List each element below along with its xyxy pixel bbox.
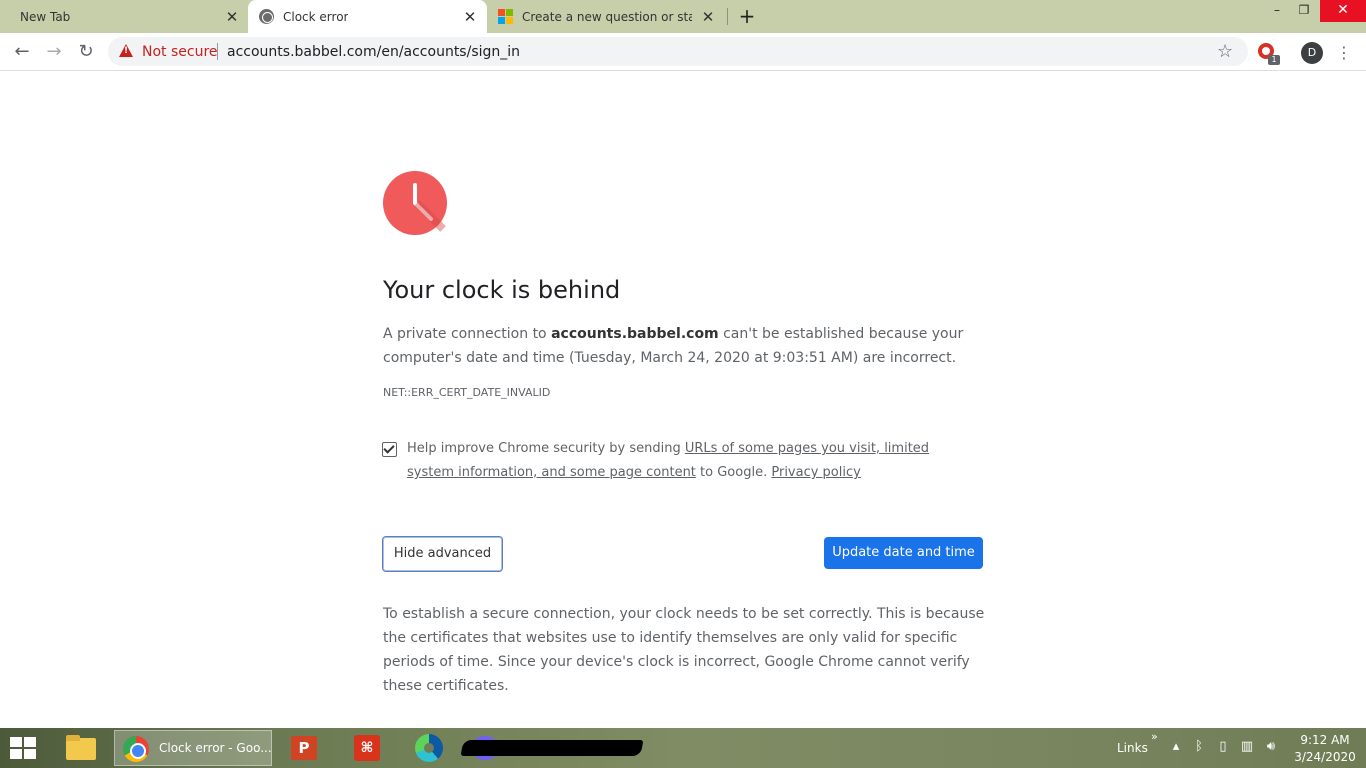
reload-button[interactable]: ↻ xyxy=(75,41,97,63)
tab-create-question[interactable]: Create a new question or start a d ✕ xyxy=(488,0,728,33)
explanation-text: To establish a secure connection, your c… xyxy=(383,606,985,694)
new-tab-button[interactable]: + xyxy=(737,6,757,26)
acrobat-icon[interactable]: ⌘ xyxy=(348,730,388,766)
close-icon[interactable]: ✕ xyxy=(224,9,240,25)
domain-name: accounts.babbel.com xyxy=(551,326,719,342)
file-explorer-icon[interactable] xyxy=(62,730,100,766)
extension-badge: 1 xyxy=(1268,55,1280,65)
url-text[interactable]: accounts.babbel.com/en/accounts/sign_in xyxy=(227,44,520,60)
back-button[interactable]: ← xyxy=(11,41,33,63)
viber-icon[interactable] xyxy=(460,730,644,766)
tab-clock-error[interactable]: Clock error ✕ xyxy=(248,0,487,33)
powerpoint-icon[interactable]: P xyxy=(285,730,325,766)
network-icon[interactable]: ▥ xyxy=(1239,739,1255,754)
chevron-icon[interactable]: » xyxy=(1151,730,1158,743)
taskbar-item-label: Clock error - Goo... xyxy=(159,741,272,755)
microsoft-logo-icon xyxy=(498,9,514,25)
security-optin-checkbox[interactable] xyxy=(382,442,397,457)
close-icon[interactable]: ✕ xyxy=(700,9,716,25)
taskbar-date[interactable]: 3/24/2020 xyxy=(1292,750,1358,764)
close-icon[interactable]: ✕ xyxy=(462,9,478,25)
volume-icon[interactable]: 🔊︎ xyxy=(1263,739,1279,754)
taskbar-time[interactable]: 9:12 AM xyxy=(1292,733,1358,747)
close-window-button[interactable]: ✕ xyxy=(1320,0,1366,22)
redaction-mark xyxy=(460,740,644,756)
security-indicator[interactable]: Not secure xyxy=(142,44,218,60)
hide-advanced-button[interactable]: Hide advanced xyxy=(382,536,503,572)
address-bar[interactable]: Not secure accounts.babbel.com/en/accoun… xyxy=(108,37,1248,66)
windows-taskbar: Clock error - Goo... P ⌘ Links » ▴ ᛒ ▯ ▥… xyxy=(0,728,1366,768)
tab-title: Clock error xyxy=(283,9,349,24)
browser-menu-icon[interactable]: ⋮ xyxy=(1336,42,1352,64)
tab-new-tab[interactable]: New Tab ✕ xyxy=(8,0,248,33)
browser-toolbar: ← → ↻ Not secure accounts.babbel.com/en/… xyxy=(0,33,1366,71)
battery-icon[interactable]: ▯ xyxy=(1215,739,1231,754)
page-title: Your clock is behind xyxy=(383,276,621,304)
tray-overflow-icon[interactable]: ▴ xyxy=(1168,739,1184,754)
clock-icon xyxy=(383,171,447,235)
tab-strip: New Tab ✕ Clock error ✕ Create a new que… xyxy=(0,0,1366,33)
forward-button[interactable]: → xyxy=(43,41,65,63)
privacy-policy-link[interactable]: Privacy policy xyxy=(771,465,860,480)
security-optin-text: Help improve Chrome security by sending … xyxy=(407,441,930,480)
tab-divider xyxy=(727,8,728,25)
tab-title: New Tab xyxy=(20,9,71,24)
bluetooth-icon[interactable]: ᛒ xyxy=(1191,739,1207,754)
taskbar-chrome-item[interactable]: Clock error - Goo... xyxy=(114,730,272,766)
links-toolbar[interactable]: Links xyxy=(1117,741,1148,755)
bookmark-star-icon[interactable]: ☆ xyxy=(1217,41,1233,62)
profile-avatar[interactable]: D xyxy=(1301,42,1323,64)
chrome-icon xyxy=(123,736,149,762)
edge-icon[interactable] xyxy=(410,730,450,766)
error-code: NET::ERR_CERT_DATE_INVALID xyxy=(383,386,551,399)
update-date-time-button[interactable]: Update date and time xyxy=(824,537,983,569)
globe-icon xyxy=(259,9,274,24)
divider xyxy=(217,43,218,60)
windows-start-icon[interactable] xyxy=(10,737,38,759)
error-description: A private connection to accounts.babbel.… xyxy=(383,326,964,366)
tab-title: Create a new question or start a d xyxy=(522,9,692,24)
warning-icon[interactable] xyxy=(119,44,133,57)
